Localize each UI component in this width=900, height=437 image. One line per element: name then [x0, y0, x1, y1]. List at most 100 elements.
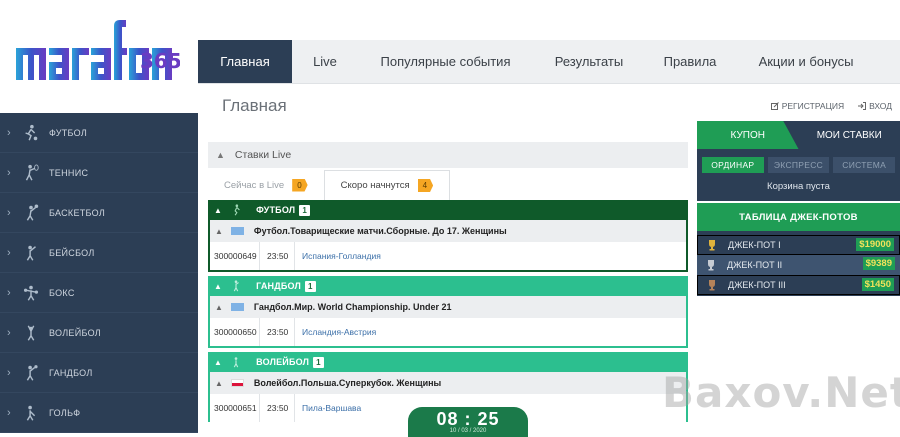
- coupon-panel: КУПОН МОИ СТАВКИ ОРДИНАР ЭКСПРЕСС СИСТЕМ…: [697, 121, 900, 201]
- clock-widget: 08 : 25 10 / 03 / 2020: [408, 407, 528, 437]
- svg-text:365: 365: [140, 50, 180, 72]
- bet-type-selector: ОРДИНАР ЭКСПРЕСС СИСТЕМА: [697, 149, 900, 173]
- league-name: Футбол.Товарищеские матчи.Сборные. До 17…: [254, 226, 507, 236]
- sport-header[interactable]: ▲ ФУТБОЛ 1: [208, 200, 688, 220]
- trophy-icon: [706, 279, 718, 291]
- event-row[interactable]: 300000650 23:50 Исландия-Австрия: [210, 318, 686, 346]
- handball-icon: [19, 362, 43, 384]
- tab-label: Сейчас в Live: [224, 180, 284, 191]
- event-count-badge: 1: [299, 205, 310, 216]
- clock-time: 08 : 25: [408, 409, 528, 430]
- sidebar-item-label: БОКС: [49, 288, 75, 298]
- event-time: 23:50: [260, 394, 295, 422]
- chevron-right-icon: ›: [7, 287, 19, 299]
- sidebar-item-football[interactable]: › ФУТБОЛ: [0, 113, 198, 153]
- count-badge: 4: [418, 179, 433, 192]
- tab-coupon[interactable]: КУПОН: [697, 121, 799, 149]
- auth-links: РЕГИСТРАЦИЯ ВХОД: [771, 101, 892, 111]
- event-time: 23:50: [260, 242, 295, 270]
- login-label: ВХОД: [869, 101, 892, 111]
- event-teams-link[interactable]: Испания-Голландия: [295, 251, 381, 261]
- chevron-up-icon: ▲: [216, 150, 225, 160]
- jackpot-label: ДЖЕК-ПОТ I: [728, 240, 781, 250]
- sidebar-item-label: ГОЛЬФ: [49, 408, 80, 418]
- nav-promotions[interactable]: Акции и бонусы: [735, 40, 877, 83]
- league-row[interactable]: ▲ Гандбол.Мир. World Championship. Under…: [210, 296, 686, 318]
- live-bets-panel[interactable]: ▲ Ставки Live: [208, 142, 688, 168]
- tab-my-bets[interactable]: МОИ СТАВКИ: [799, 121, 900, 149]
- tab-live-now[interactable]: Сейчас в Live 0: [208, 170, 324, 200]
- jackpot-label: ДЖЕК-ПОТ II: [727, 260, 782, 270]
- nav-home[interactable]: Главная: [198, 40, 292, 83]
- sidebar-item-tennis[interactable]: › ТЕННИС: [0, 153, 198, 193]
- top-navigation: Главная Live Популярные события Результа…: [198, 40, 900, 84]
- event-row[interactable]: 300000649 23:50 Испания-Голландия: [210, 242, 686, 270]
- tennis-icon: [19, 162, 43, 184]
- sport-header[interactable]: ▲ ВОЛЕЙБОЛ 1: [208, 352, 688, 372]
- sidebar-item-label: ВОЛЕЙБОЛ: [49, 328, 101, 338]
- league-row[interactable]: ▲ Футбол.Товарищеские матчи.Сборные. До …: [210, 220, 686, 242]
- nav-popular-events[interactable]: Популярные события: [358, 40, 533, 83]
- sidebar-item-baseball[interactable]: › БЕЙСБОЛ: [0, 233, 198, 273]
- nav-rules[interactable]: Правила: [645, 40, 735, 83]
- coupon-tabs: КУПОН МОИ СТАВКИ: [697, 121, 900, 149]
- sidebar-item-label: ГАНДБОЛ: [49, 368, 93, 378]
- coupon-empty-text: Корзина пуста: [697, 181, 900, 192]
- logo-365-icon: 365: [140, 50, 180, 72]
- chevron-up-icon: ▲: [215, 227, 223, 236]
- clock-date: 10 / 03 / 2020: [408, 428, 528, 434]
- golf-icon: [19, 402, 43, 424]
- tab-starting-soon[interactable]: Скоро начнутся 4: [324, 170, 450, 200]
- event-teams-link[interactable]: Пила-Варшава: [295, 403, 361, 413]
- jackpot-amount: $9389: [863, 257, 895, 270]
- sport-block-football: ▲ ФУТБОЛ 1 ▲ Футбол.Товарищеские матчи.С…: [208, 200, 688, 272]
- watermark: Baxov.Net: [662, 368, 900, 417]
- jackpot-table: ТАБЛИЦА ДЖЕК-ПОТОВ ДЖЕК-ПОТ I $19000 ДЖЕ…: [697, 203, 900, 296]
- sport-block-handball: ▲ ГАНДБОЛ 1 ▲ Гандбол.Мир. World Champio…: [208, 276, 688, 348]
- jackpot-amount: $19000: [856, 238, 894, 251]
- register-link[interactable]: РЕГИСТРАЦИЯ: [771, 101, 844, 111]
- sidebar-item-basketball[interactable]: › БАСКЕТБОЛ: [0, 193, 198, 233]
- bet-type-system[interactable]: СИСТЕМА: [833, 157, 895, 173]
- chevron-up-icon: ▲: [214, 358, 222, 367]
- sidebar-item-boxing[interactable]: › БОКС: [0, 273, 198, 313]
- sport-body: ▲ Футбол.Товарищеские матчи.Сборные. До …: [208, 220, 688, 272]
- jackpot-row: ДЖЕК-ПОТ I $19000: [697, 235, 900, 255]
- volleyball-icon: [19, 322, 43, 344]
- bet-type-express[interactable]: ЭКСПРЕСС: [768, 157, 830, 173]
- tab-label: Скоро начнутся: [341, 180, 410, 191]
- bet-type-single[interactable]: ОРДИНАР: [702, 157, 764, 173]
- jackpot-row: ДЖЕК-ПОТ III $1450: [697, 275, 900, 295]
- football-icon: [19, 122, 43, 144]
- basketball-icon: [19, 202, 43, 224]
- chevron-up-icon: ▲: [214, 282, 222, 291]
- handball-icon: [230, 279, 244, 293]
- nav-results[interactable]: Результаты: [533, 40, 645, 83]
- sidebar-item-volleyball[interactable]: › ВОЛЕЙБОЛ: [0, 313, 198, 353]
- logo[interactable]: 365: [0, 0, 198, 113]
- sidebar-item-label: БАСКЕТБОЛ: [49, 208, 105, 218]
- event-count-badge: 1: [305, 281, 316, 292]
- trophy-icon: [705, 259, 717, 271]
- event-teams-link[interactable]: Исландия-Австрия: [295, 327, 376, 337]
- event-id: 300000650: [210, 318, 260, 346]
- sport-name: ГАНДБОЛ: [256, 281, 301, 291]
- sidebar-item-golf[interactable]: › ГОЛЬФ: [0, 393, 198, 433]
- page-title: Главная: [222, 96, 287, 116]
- baseball-icon: [19, 242, 43, 264]
- sidebar-item-label: БЕЙСБОЛ: [49, 248, 95, 258]
- sport-body: ▲ Гандбол.Мир. World Championship. Under…: [208, 296, 688, 348]
- live-panel-title: Ставки Live: [235, 149, 291, 161]
- chevron-right-icon: ›: [7, 247, 19, 259]
- flag-icon: [231, 303, 244, 311]
- volleyball-icon: [230, 355, 244, 369]
- sidebar-item-handball[interactable]: › ГАНДБОЛ: [0, 353, 198, 393]
- chevron-up-icon: ▲: [214, 206, 222, 215]
- league-row[interactable]: ▲ Волейбол.Польша.Суперкубок. Женщины: [210, 372, 686, 394]
- live-tabs: Сейчас в Live 0 Скоро начнутся 4: [208, 170, 688, 200]
- nav-live[interactable]: Live: [292, 40, 358, 83]
- login-link[interactable]: ВХОД: [858, 101, 892, 111]
- sport-header[interactable]: ▲ ГАНДБОЛ 1: [208, 276, 688, 296]
- football-icon: [230, 203, 244, 217]
- event-time: 23:50: [260, 318, 295, 346]
